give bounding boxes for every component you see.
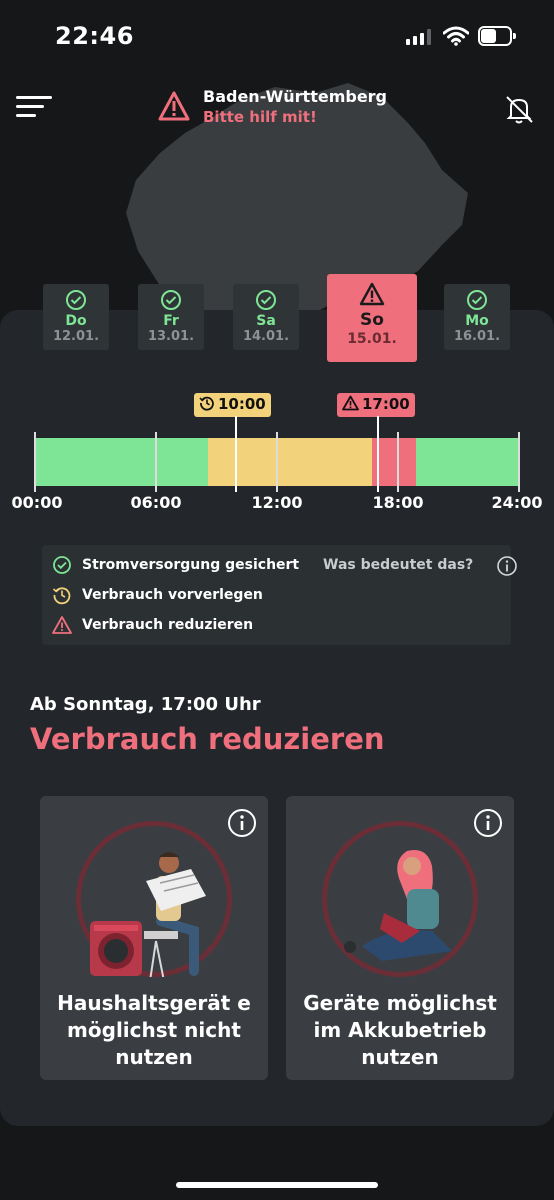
cellular-signal-icon: [406, 29, 432, 45]
shift-start-line: [235, 416, 237, 492]
legend-label: Verbrauch vorverlegen: [82, 587, 263, 603]
timeline-tick-label: 12:00: [251, 493, 303, 512]
tip-card-battery[interactable]: Geräte möglichst im Akkubetrieb nutzen: [286, 796, 514, 1080]
day-name: Fr: [163, 313, 179, 329]
timeline-tick: [397, 432, 399, 492]
action-when: Ab Sonntag, 17:00 Uhr: [30, 694, 261, 715]
battery-icon: [478, 26, 516, 46]
timeline-tick: [518, 432, 520, 492]
day-date: 12.01.: [52, 329, 100, 344]
info-icon[interactable]: [496, 555, 518, 577]
home-indicator: [176, 1182, 378, 1188]
legend-help-link[interactable]: Was bedeutet das?: [323, 557, 473, 573]
timeline-segment-green: [35, 438, 209, 486]
reduce-start-line: [377, 416, 379, 492]
history-icon: [52, 587, 71, 605]
person-reading-newspaper-illustration: [90, 852, 206, 977]
shift-start-time: 10:00: [218, 395, 266, 413]
warning-icon: [158, 91, 190, 121]
check-circle-icon: [161, 290, 181, 310]
status-time: 22:46: [55, 22, 134, 50]
day-name: Sa: [256, 313, 276, 329]
region-name: Baden-Württemberg: [203, 87, 388, 106]
day-date: 14.01.: [242, 329, 290, 344]
bell-off-icon[interactable]: [502, 92, 536, 126]
day-name: So: [360, 310, 384, 330]
timeline-tick-label: 18:00: [372, 493, 424, 512]
day-tab-thursday[interactable]: Do 12.01.: [43, 284, 109, 350]
wifi-icon: [443, 26, 469, 46]
timeline-tick-label: 00:00: [11, 493, 63, 512]
tip-card-text: Haushaltsgerät e möglichst nicht nutzen: [57, 991, 251, 1069]
tip-card-text: Geräte möglichst im Akkubetrieb nutzen: [303, 991, 497, 1069]
check-circle-icon: [66, 290, 86, 310]
day-name: Do: [65, 313, 87, 329]
day-date: 16.01.: [453, 329, 501, 344]
legend-label: Verbrauch reduzieren: [82, 617, 254, 633]
history-icon: [199, 396, 214, 411]
shift-start-marker: 10:00: [194, 393, 271, 417]
warning-icon: [52, 616, 72, 634]
region-subtitle: Bitte hilf mit!: [203, 108, 317, 126]
menu-icon[interactable]: [16, 96, 52, 118]
check-circle-icon: [467, 290, 487, 310]
warning-icon: [359, 282, 385, 306]
timeline-tick: [34, 432, 36, 492]
day-date: 13.01.: [147, 329, 195, 344]
tip-card-appliances[interactable]: Haushaltsgerät e möglichst nicht nutzen: [40, 796, 268, 1080]
timeline-tick-label: 06:00: [130, 493, 182, 512]
day-tab-saturday[interactable]: Sa 14.01.: [233, 284, 299, 350]
warning-icon: [342, 395, 359, 411]
timeline-segment-yellow: [208, 438, 372, 486]
day-tab-monday[interactable]: Mo 16.01.: [444, 284, 510, 350]
timeline-segment-green: [416, 438, 519, 486]
legend-label: Stromversorgung gesichert: [82, 557, 300, 573]
check-circle-icon: [53, 556, 71, 574]
day-date: 15.01.: [347, 331, 397, 347]
day-tab-friday[interactable]: Fr 13.01.: [138, 284, 204, 350]
check-circle-icon: [256, 290, 276, 310]
timeline-tick: [276, 432, 278, 492]
day-name: Mo: [465, 313, 489, 329]
reduce-start-marker: 17:00: [337, 393, 415, 417]
status-bar: 22:46: [0, 0, 554, 70]
reduce-start-time: 17:00: [362, 395, 410, 413]
person-with-laptop-illustration: [344, 850, 452, 961]
timeline-tick: [155, 432, 157, 492]
day-tab-sunday[interactable]: So 15.01.: [327, 274, 417, 362]
action-title: Verbrauch reduzieren: [30, 722, 385, 756]
timeline-tick-label: 24:00: [491, 493, 543, 512]
